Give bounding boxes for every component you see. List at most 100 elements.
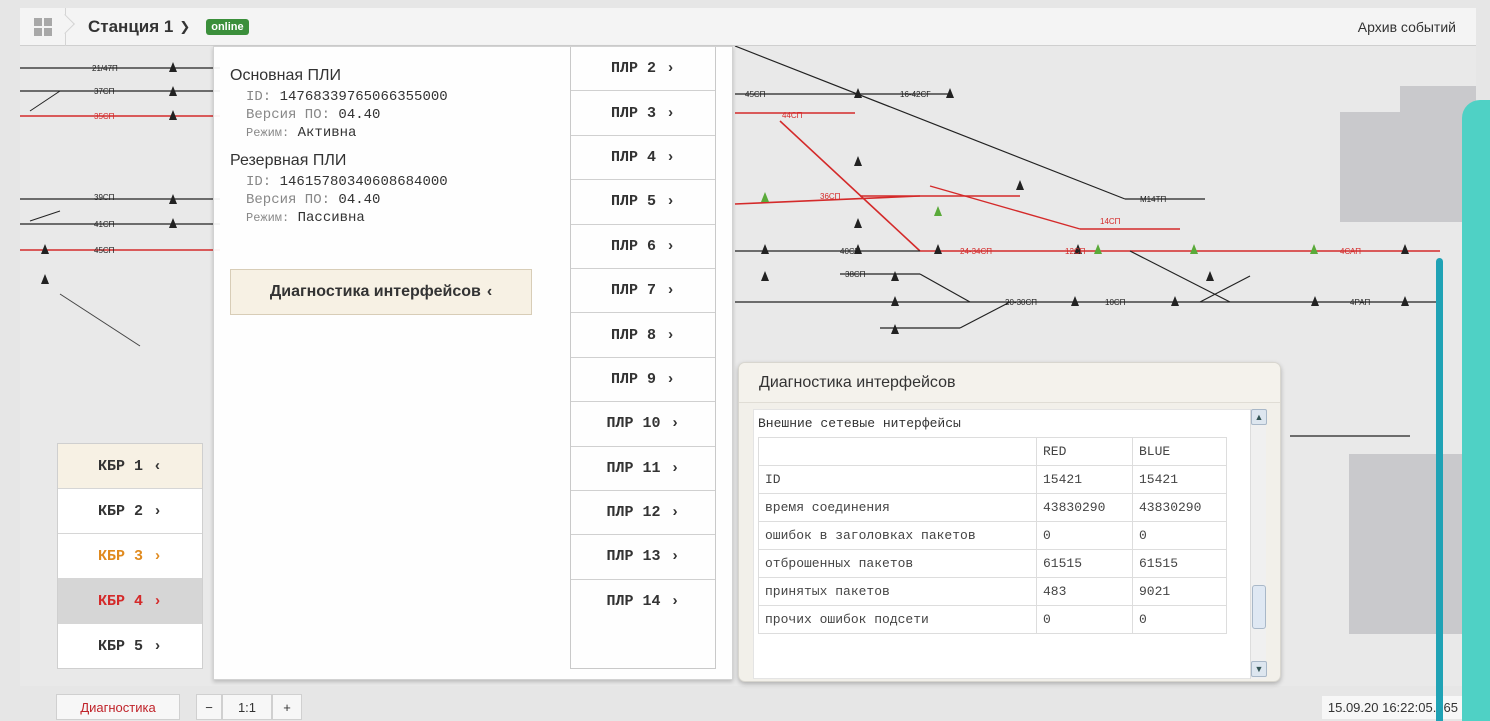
table-cell: время соединения [758,493,1037,522]
plr-item[interactable]: ПЛР 7 › [571,268,715,314]
chevron-right-icon: › [670,415,680,433]
track-label: 20-30СП [1005,298,1037,307]
teal-accent-bar [1436,258,1443,721]
kbr-label: КБР 5 [97,638,143,655]
track-label: 44СП [782,111,803,120]
track-label: 12СП [1065,247,1086,256]
track-label: М14ТП [1140,195,1166,204]
table-row: прочих ошибок подсети 0 0 [758,605,1227,634]
track-label: 45СП [745,90,766,99]
plr-item[interactable]: ПЛР 4 › [571,135,715,181]
reserve-pli-id: ID: 14615780340608684000 [230,173,560,191]
reserve-pli-version: Версия ПО: 04.40 [230,191,560,209]
track-label: 14СП [1100,217,1121,226]
table-cell: 15421 [1036,465,1133,494]
zoom-reset-button[interactable]: 1:1 [222,694,272,720]
plr-label: ПЛР 13 [606,548,661,566]
table-cell: 15421 [1132,465,1227,494]
table-cell: 0 [1132,605,1227,634]
plr-item[interactable]: ПЛР 13 › [571,535,715,580]
plr-item[interactable]: ПЛР 10 › [571,402,715,447]
schematic-zone [1349,454,1476,634]
chevron-right-icon: › [153,502,163,520]
plr-item[interactable]: ПЛР 2 › [571,47,715,92]
kbr-item[interactable]: КБР 1 ‹ [58,444,202,489]
plr-item[interactable]: ПЛР 9 › [571,357,715,403]
plr-item[interactable]: ПЛР 14 › [571,579,715,625]
id-value: 14768339765066355000 [279,89,448,105]
plr-label: ПЛР 4 [610,148,656,166]
top-bar: Станция 1 ❯ online Архив событий [20,7,1476,46]
pli-info-panel: Основная ПЛИ ID: 14768339765066355000 Ве… [213,46,733,680]
plr-item[interactable]: ПЛР 6 › [571,224,715,269]
table-cell: 43830290 [1132,493,1227,522]
table-cell: принятых пакетов [758,577,1037,606]
event-archive-link[interactable]: Архив событий [1358,19,1456,35]
plr-item[interactable]: ПЛР 11 › [571,446,715,491]
kbr-item[interactable]: КБР 4 › [58,579,202,624]
kbr-list: КБР 1 ‹ КБР 2 › КБР 3 › КБР 4 › КБР 5 › [57,443,203,669]
plr-label: ПЛР 7 [610,282,656,300]
primary-pli-id: ID: 14768339765066355000 [230,88,560,106]
table-cell: 61515 [1036,549,1133,578]
apps-grid-icon[interactable] [20,7,66,46]
station-label: Станция 1 [88,16,174,36]
chevron-down-icon: ❯ [179,18,191,34]
chevron-right-icon: › [666,282,676,300]
plr-item[interactable]: ПЛР 12 › [571,490,715,536]
version-value: 04.40 [338,107,381,123]
mode-label: Режим: [246,126,290,140]
primary-pli-mode: Режим: Активна [230,124,560,142]
track-label: 10СП [1105,298,1126,307]
scroll-down-icon[interactable]: ▼ [1251,661,1267,677]
diagnostics-scroll-area[interactable]: Внешние сетевые нитерфейсы RED BLUE ID 1… [753,409,1263,679]
zoom-in-button[interactable]: + [272,694,302,720]
primary-pli-title: Основная ПЛИ [230,67,342,84]
interface-diagnostics-button[interactable]: Диагностика интерфейсов ‹ [230,269,532,315]
plr-label: ПЛР 2 [610,60,656,78]
version-label: Версия ПО: [246,192,331,208]
version-label: Версия ПО: [246,107,331,123]
table-header: RED [1036,437,1133,466]
scroll-thumb[interactable] [1252,585,1266,629]
reserve-pli-title: Резервная ПЛИ [230,152,347,169]
chevron-left-icon: ‹ [486,283,493,300]
plr-item[interactable]: ПЛР 8 › [571,313,715,358]
track-label: 39СП [94,193,115,202]
track-label: 36СП [820,192,841,201]
plr-label: ПЛР 11 [606,459,661,477]
track-label: 37СП [94,87,115,96]
zoom-out-button[interactable]: − [196,694,222,720]
table-header-row: RED BLUE [758,437,1227,466]
primary-pli-block: Основная ПЛИ ID: 14768339765066355000 Ве… [230,67,560,142]
diagnostics-button[interactable]: Диагностика [56,694,180,720]
diagnostics-subtitle: Внешние сетевые нитерфейсы [758,416,961,431]
chevron-right-icon: › [670,504,680,522]
chevron-right-icon: › [666,193,676,211]
kbr-item[interactable]: КБР 5 › [58,624,202,669]
station-selector[interactable]: Станция 1 ❯ [88,17,190,37]
reserve-pli-block: Резервная ПЛИ ID: 14615780340608684000 В… [230,152,560,227]
table-header: BLUE [1132,437,1227,466]
track-label: 21/47П [92,64,118,73]
kbr-label: КБР 2 [97,502,143,520]
diagnostics-scrollbar[interactable]: ▲ ▼ [1250,409,1267,679]
track-label: 24-34СП [960,247,992,256]
chevron-right-icon: › [666,60,676,78]
table-cell: отброшенных пакетов [758,549,1037,578]
scroll-up-icon[interactable]: ▲ [1251,409,1267,425]
plr-label: ПЛР 14 [606,593,661,611]
plr-item[interactable]: ПЛР 3 › [571,91,715,136]
table-cell: ID [758,465,1037,494]
table-cell: прочих ошибок подсети [758,605,1037,634]
table-row: отброшенных пакетов 61515 61515 [758,549,1227,578]
track-label: 16-42СГ [900,90,931,99]
table-cell: 61515 [1132,549,1227,578]
table-cell: 0 [1036,521,1133,550]
plr-item[interactable]: ПЛР 5 › [571,180,715,225]
track-label: 41СП [94,220,115,229]
teal-accent-panel [1462,100,1490,721]
track-label: 4САП [1340,247,1361,256]
kbr-item[interactable]: КБР 3 › [58,534,202,579]
kbr-item[interactable]: КБР 2 › [58,489,202,534]
